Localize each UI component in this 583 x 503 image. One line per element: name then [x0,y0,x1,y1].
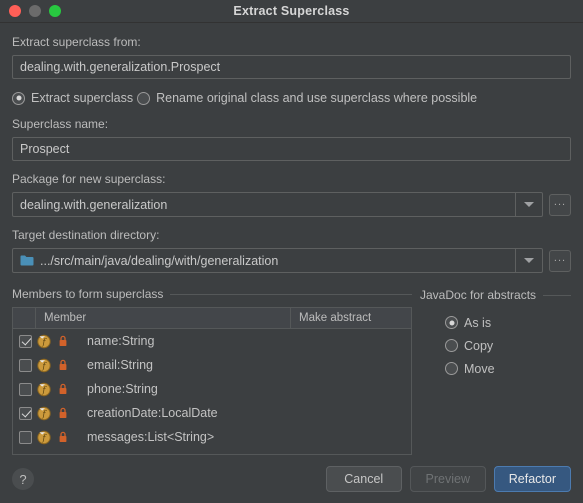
target-directory-row: .../src/main/java/dealing/with/generaliz… [12,248,571,273]
source-class-input[interactable]: dealing.with.generalization.Prospect [12,55,571,79]
folder-icon [20,255,34,266]
member-checkbox-phone[interactable] [19,382,32,396]
javadoc-panel: JavaDoc for abstracts As is Copy Move [420,288,571,380]
members-table-header: Member Make abstract [13,308,411,329]
lock-icon [59,359,67,370]
member-checkbox-name[interactable] [19,334,32,348]
members-table-header-member: Member [36,308,291,328]
target-directory-combobox[interactable]: .../src/main/java/dealing/with/generaliz… [12,248,543,273]
target-directory-label: Target destination directory: [12,228,160,242]
lock-icon [59,335,67,346]
members-table[interactable]: Member Make abstract f name:String f ema… [12,307,412,455]
dialog-footer: ? Cancel Preview Refactor [0,460,583,503]
field-icon: f [37,334,51,349]
close-window-button[interactable] [9,5,21,17]
target-directory-value: .../src/main/java/dealing/with/generaliz… [40,253,279,268]
members-table-header-checkbox-col [13,308,36,328]
radio-javadoc-copy[interactable]: Copy [420,334,571,357]
preview-button[interactable]: Preview [409,466,486,492]
radio-javadoc-as-is-dot [445,316,458,329]
target-directory-chevron-down-icon[interactable] [515,249,542,272]
members-group-title: Members to form superclass [12,287,164,301]
lock-icon [59,431,67,442]
javadoc-group-title: JavaDoc for abstracts [420,288,537,302]
field-icon: f [37,406,51,421]
member-name: email:String [87,358,153,372]
extract-superclass-dialog: Extract Superclass Extract superclass fr… [0,0,583,503]
footer-button-group: Cancel Preview Refactor [325,466,571,492]
package-browse-button[interactable]: ... [549,193,571,216]
radio-javadoc-move[interactable]: Move [420,357,571,380]
members-group-separator [170,293,412,295]
table-row[interactable]: f name:String [13,329,411,353]
field-icon: f [37,382,51,397]
member-checkbox-creationdate[interactable] [19,406,32,420]
window-controls [9,0,61,22]
member-checkbox-messages[interactable] [19,430,32,444]
package-label: Package for new superclass: [12,172,166,186]
window-title: Extract Superclass [233,4,350,18]
maximize-window-button[interactable] [49,5,61,17]
target-directory-browse-button[interactable]: ... [549,249,571,272]
table-row[interactable]: f phone:String [13,377,411,401]
member-name: creationDate:LocalDate [87,406,218,420]
radio-rename-original-class-dot [137,91,151,105]
member-name: phone:String [87,382,158,396]
cancel-button[interactable]: Cancel [325,466,402,492]
members-table-header-make-abstract: Make abstract [299,312,372,324]
table-row[interactable]: f creationDate:LocalDate [13,401,411,425]
dialog-content: Extract superclass from: dealing.with.ge… [0,23,583,455]
radio-rename-original-class[interactable]: Rename original class and use superclass… [137,91,477,105]
package-chevron-down-icon[interactable] [515,193,542,216]
mode-radio-group: Extract superclass Rename original class… [12,91,571,105]
members-group-header: Members to form superclass [12,287,412,301]
refactor-button[interactable]: Refactor [493,466,571,492]
field-icon: f [37,358,51,373]
table-row[interactable]: f email:String [13,353,411,377]
lock-icon [59,407,67,418]
superclass-name-input[interactable]: Prospect [12,137,571,161]
source-class-label: Extract superclass from: [12,35,141,49]
package-combobox[interactable]: dealing.with.generalization [12,192,543,217]
radio-javadoc-as-is-label: As is [464,315,492,330]
superclass-name-label: Superclass name: [12,117,109,131]
radio-javadoc-move-dot [445,362,458,375]
radio-javadoc-copy-label: Copy [464,338,494,353]
target-directory-combobox-content: .../src/main/java/dealing/with/generaliz… [13,254,515,268]
radio-rename-original-class-label: Rename original class and use superclass… [156,91,478,105]
radio-javadoc-move-label: Move [464,361,495,376]
javadoc-group-separator [543,294,571,296]
package-combobox-value: dealing.with.generalization [20,197,168,212]
member-checkbox-email[interactable] [19,358,32,372]
package-row: dealing.with.generalization ... [12,192,571,217]
minimize-window-button[interactable] [29,5,41,17]
radio-javadoc-as-is[interactable]: As is [420,311,571,334]
member-name: messages:List<String> [87,430,215,444]
lock-icon [59,383,67,394]
javadoc-group-header: JavaDoc for abstracts [420,288,571,302]
title-bar: Extract Superclass [0,0,583,23]
radio-extract-superclass-dot [12,91,25,105]
radio-javadoc-copy-dot [445,339,458,352]
table-row[interactable]: f messages:List<String> [13,425,411,449]
radio-extract-superclass-label: Extract superclass [31,91,134,105]
help-button[interactable]: ? [12,468,34,490]
member-name: name:String [87,334,155,348]
field-icon: f [37,430,51,445]
radio-extract-superclass[interactable]: Extract superclass [12,91,133,105]
